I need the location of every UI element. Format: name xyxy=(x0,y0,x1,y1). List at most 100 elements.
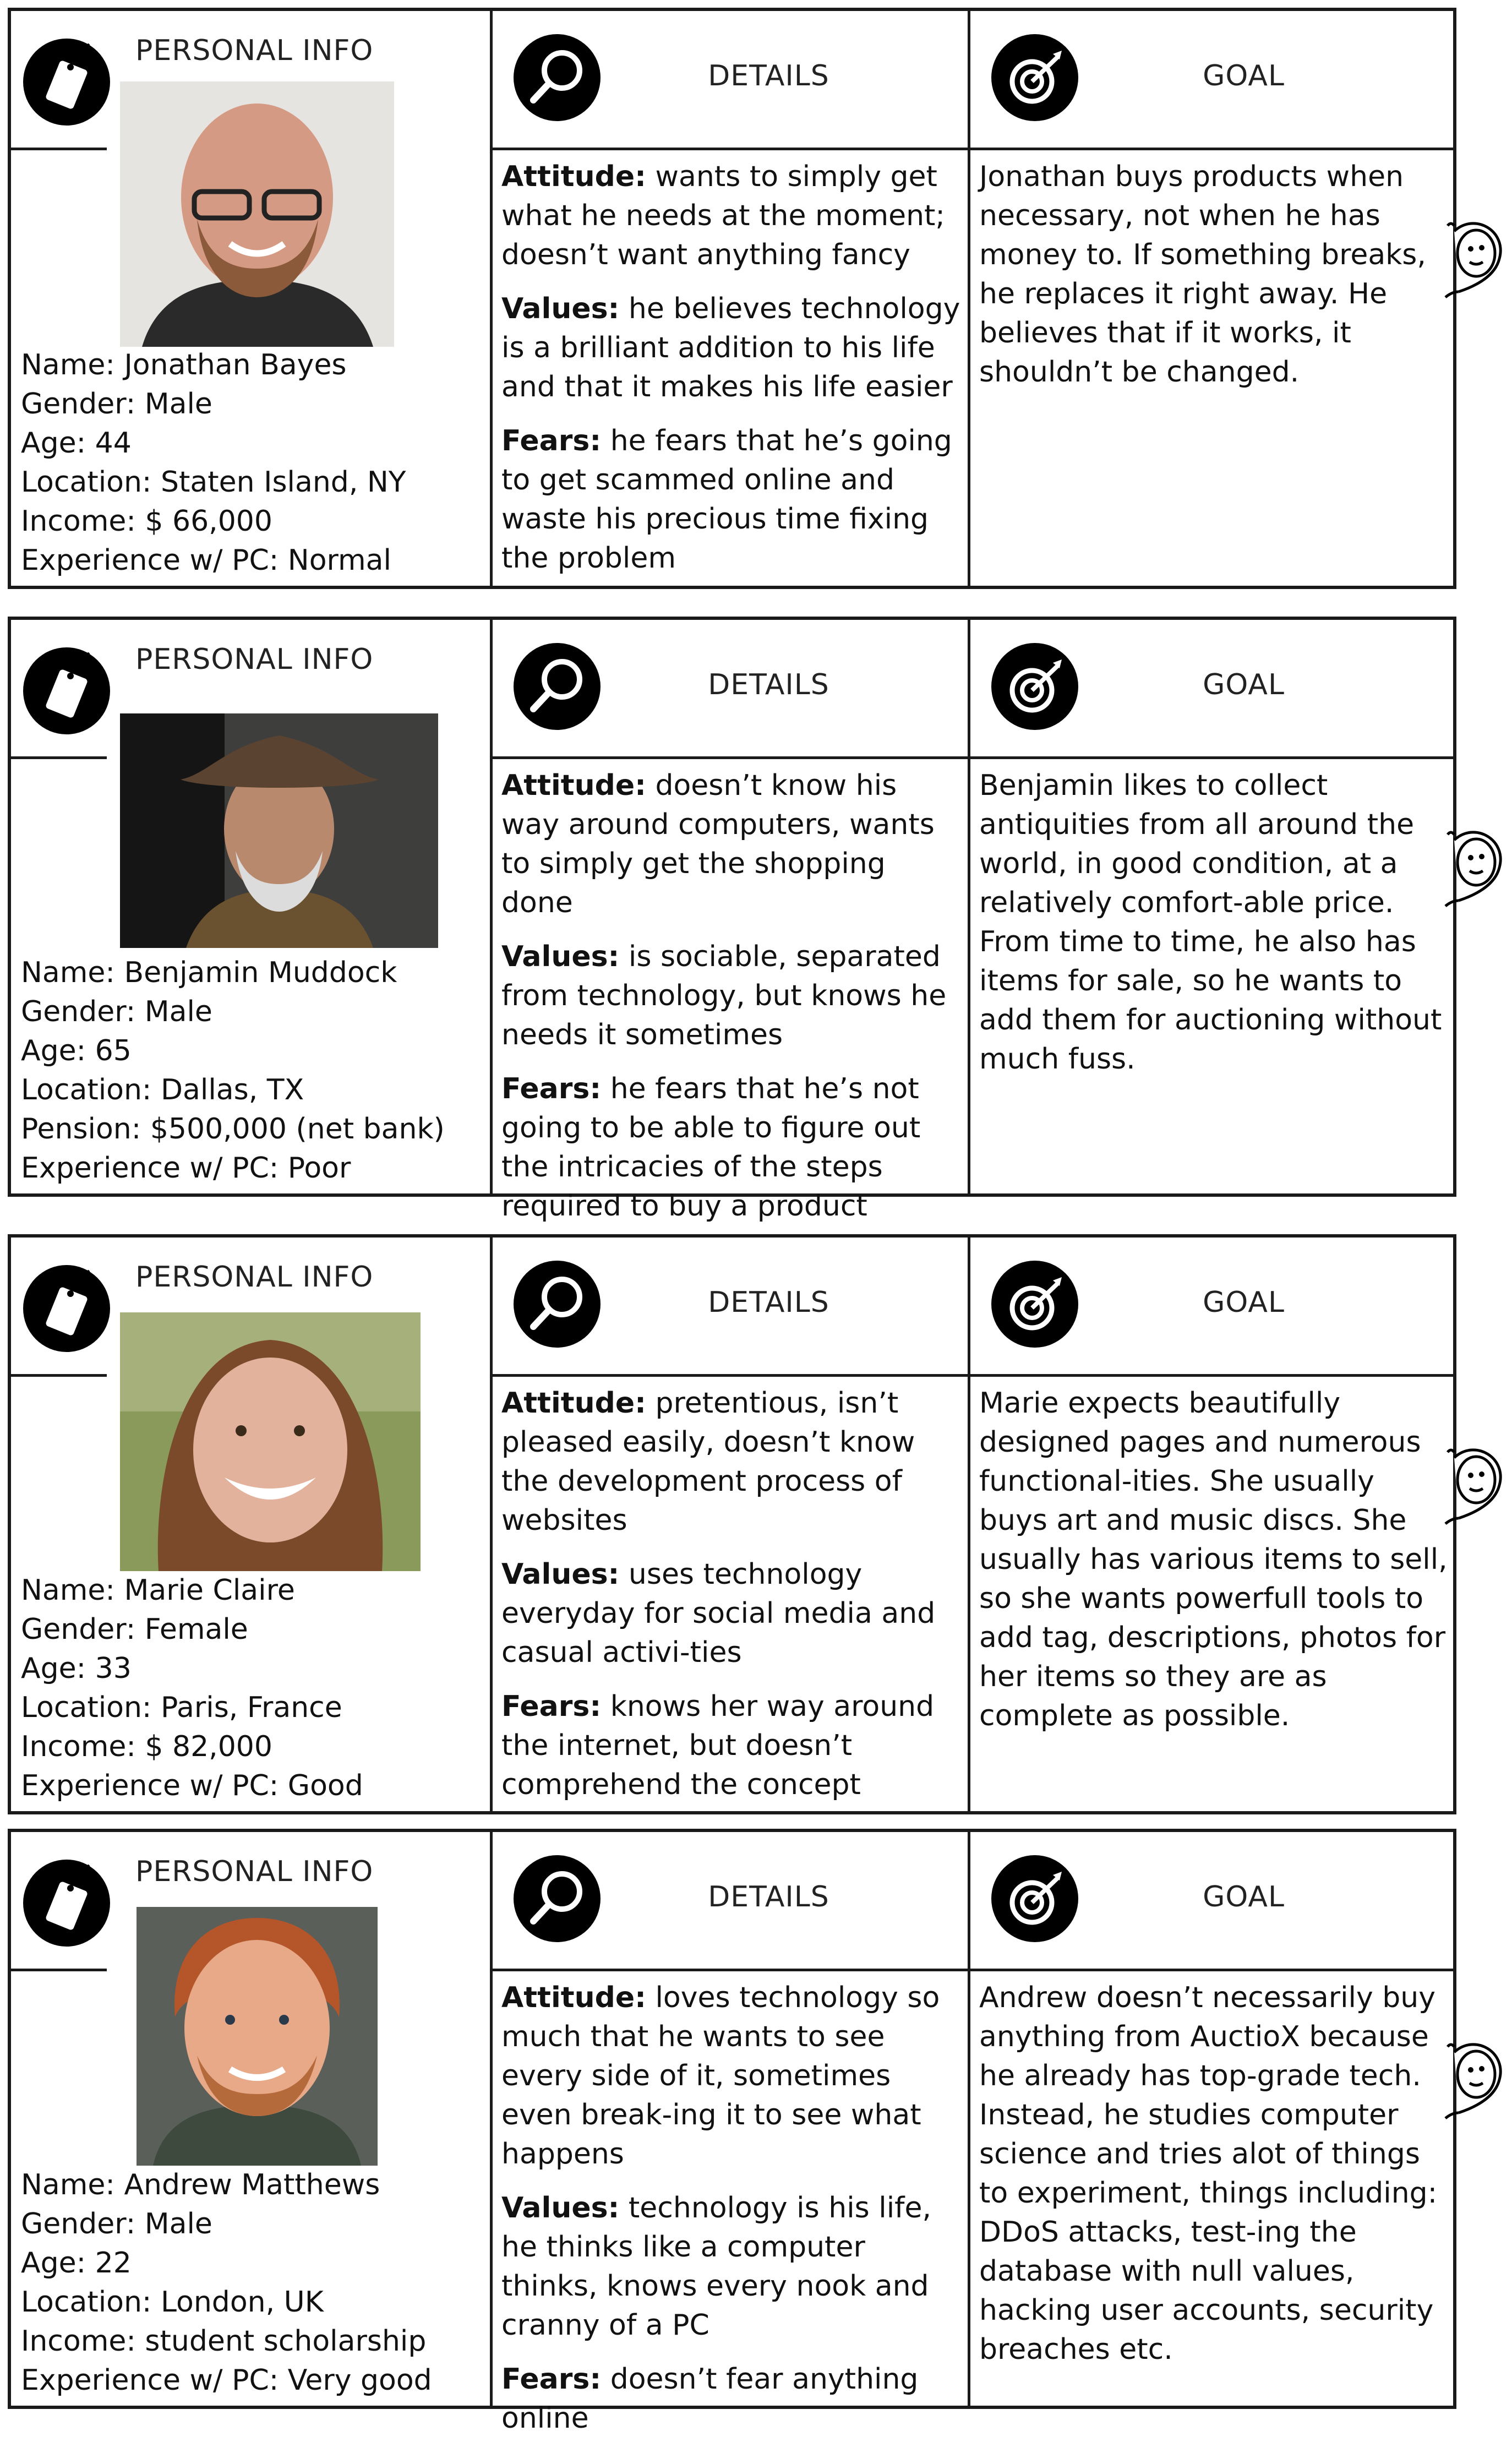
mascot-icon xyxy=(1442,824,1507,923)
goal-column: GOAL Andrew doesn’t necessarily buy anyt… xyxy=(968,1832,1502,2406)
persona-card: PERSONAL INFO Name: Marie Claire Gender:… xyxy=(8,1234,1502,1814)
tag-icon xyxy=(23,1860,110,1947)
divider xyxy=(493,756,968,759)
values-paragraph: Values: uses technology everyday for soc… xyxy=(501,1555,963,1672)
divider xyxy=(11,1969,107,1971)
persona-photo xyxy=(120,713,438,948)
personal-info-column: PERSONAL INFO Name: Benjamin Muddock Gen… xyxy=(11,620,490,1193)
divider xyxy=(493,1969,968,1971)
persona-experience: Experience w/ PC: Normal xyxy=(21,544,391,577)
persona-name: Name: Benjamin Muddock xyxy=(21,956,397,989)
persona-photo xyxy=(120,81,394,347)
personal-info-list: Name: Jonathan Bayes Gender: Male Age: 4… xyxy=(21,346,406,580)
persona-experience: Experience w/ PC: Good xyxy=(21,1769,363,1802)
fears-paragraph: Fears: he fears that he’s going to get s… xyxy=(501,422,963,578)
fears-label: Fears: xyxy=(501,2363,602,2396)
fears-paragraph: Fears: he fears that he’s not going to b… xyxy=(501,1070,963,1226)
goal-text: Marie expects beautifully designed pages… xyxy=(979,1387,1448,1732)
goal-text: Benjamin likes to collect antiquities fr… xyxy=(979,769,1442,1076)
persona-location: Location: Dallas, TX xyxy=(21,1073,304,1106)
persona-name: Name: Jonathan Bayes xyxy=(21,348,347,381)
details-heading: DETAILS xyxy=(708,59,829,92)
persona-card: PERSONAL INFO Name: Benjamin Muddock Gen… xyxy=(8,617,1502,1223)
divider xyxy=(11,756,107,759)
values-label: Values: xyxy=(501,1558,620,1591)
goal-column: GOAL Marie expects beautifully designed … xyxy=(968,1238,1502,1811)
goal-column: GOAL Jonathan buys products when necessa… xyxy=(968,11,1502,586)
details-text: Attitude: wants to simply get what he ne… xyxy=(501,157,963,593)
goal-heading: GOAL xyxy=(1203,668,1285,701)
persona-name: Name: Marie Claire xyxy=(21,1574,295,1607)
values-label: Values: xyxy=(501,940,620,973)
persona-income: Income: $ 82,000 xyxy=(21,1730,272,1763)
tag-icon xyxy=(23,647,110,734)
fears-label: Fears: xyxy=(501,424,602,457)
attitude-paragraph: Attitude: loves technology so much that … xyxy=(501,1978,963,2174)
persona-location: Location: London, UK xyxy=(21,2286,324,2319)
details-column: DETAILS Attitude: wants to simply get wh… xyxy=(490,11,968,586)
personal-info-heading: PERSONAL INFO xyxy=(135,34,374,67)
divider xyxy=(970,148,1456,150)
tag-icon xyxy=(23,39,110,126)
persona-age: Age: 22 xyxy=(21,2247,132,2280)
mascot-icon xyxy=(1442,2036,1507,2135)
details-text: Attitude: loves technology so much that … xyxy=(501,1978,963,2453)
values-label: Values: xyxy=(501,2192,620,2225)
details-column: DETAILS Attitude: pretentious, isn’t ple… xyxy=(490,1238,968,1811)
tag-icon xyxy=(23,1265,110,1352)
divider xyxy=(970,1969,1456,1971)
persona-card: PERSONAL INFO Name: Andrew Matthews Gend… xyxy=(8,1829,1502,2435)
persona-location: Location: Staten Island, NY xyxy=(21,466,406,499)
persona-age: Age: 65 xyxy=(21,1034,132,1067)
details-text: Attitude: pretentious, isn’t pleased eas… xyxy=(501,1384,963,1819)
fears-paragraph: Fears: knows her way around the internet… xyxy=(501,1687,963,1805)
personal-info-list: Name: Benjamin Muddock Gender: Male Age:… xyxy=(21,953,445,1188)
persona-experience: Experience w/ PC: Poor xyxy=(21,1152,351,1185)
attitude-label: Attitude: xyxy=(501,1387,646,1420)
personal-info-list: Name: Andrew Matthews Gender: Male Age: … xyxy=(21,2166,432,2400)
persona-income: Income: student scholarship xyxy=(21,2325,427,2358)
goal-heading: GOAL xyxy=(1203,1880,1285,1914)
persona-experience: Experience w/ PC: Very good xyxy=(21,2364,432,2397)
persona-age: Age: 44 xyxy=(21,427,132,460)
personal-info-list: Name: Marie Claire Gender: Female Age: 3… xyxy=(21,1571,363,1806)
fears-paragraph: Fears: doesn’t fear anything online xyxy=(501,2360,963,2438)
attitude-label: Attitude: xyxy=(501,769,646,802)
personal-info-heading: PERSONAL INFO xyxy=(135,1855,374,1888)
personal-info-heading: PERSONAL INFO xyxy=(135,643,374,676)
divider xyxy=(493,148,968,150)
attitude-paragraph: Attitude: pretentious, isn’t pleased eas… xyxy=(501,1384,963,1540)
goal-column: GOAL Benjamin likes to collect antiquiti… xyxy=(968,620,1502,1193)
persona-age: Age: 33 xyxy=(21,1652,132,1685)
persona-gender: Gender: Female xyxy=(21,1613,248,1646)
personal-info-heading: PERSONAL INFO xyxy=(135,1261,374,1294)
persona-income: Income: $ 66,000 xyxy=(21,505,272,538)
details-heading: DETAILS xyxy=(708,668,829,701)
details-text: Attitude: doesn’t know his way around co… xyxy=(501,766,963,1241)
divider xyxy=(493,1374,968,1377)
goal-heading: GOAL xyxy=(1203,59,1285,92)
personal-info-column: PERSONAL INFO Name: Marie Claire Gender:… xyxy=(11,1238,490,1811)
details-heading: DETAILS xyxy=(708,1880,829,1914)
fears-label: Fears: xyxy=(501,1690,602,1723)
goal-text: Andrew doesn’t necessarily buy anything … xyxy=(979,1981,1438,2366)
goal-heading: GOAL xyxy=(1203,1286,1285,1319)
values-paragraph: Values: technology is his life, he think… xyxy=(501,2189,963,2345)
details-column: DETAILS Attitude: loves technology so mu… xyxy=(490,1832,968,2435)
divider xyxy=(11,1374,107,1377)
fears-label: Fears: xyxy=(501,1072,602,1105)
persona-pension: Pension: $500,000 (net bank) xyxy=(21,1113,445,1146)
persona-card: PERSONAL INFO Name: Jonathan Bayes Gende… xyxy=(8,8,1502,589)
personal-info-column: PERSONAL INFO Name: Jonathan Bayes Gende… xyxy=(11,11,490,586)
persona-name: Name: Andrew Matthews xyxy=(21,2168,380,2201)
mascot-icon xyxy=(1442,215,1507,314)
attitude-paragraph: Attitude: wants to simply get what he ne… xyxy=(501,157,963,275)
values-label: Values: xyxy=(501,292,620,325)
persona-photo xyxy=(137,1907,378,2166)
divider xyxy=(970,1374,1456,1377)
attitude-paragraph: Attitude: doesn’t know his way around co… xyxy=(501,766,963,923)
personal-info-column: PERSONAL INFO Name: Andrew Matthews Gend… xyxy=(11,1832,490,2406)
values-paragraph: Values: is sociable, separated from tech… xyxy=(501,937,963,1055)
persona-gender: Gender: Male xyxy=(21,995,212,1028)
persona-photo xyxy=(120,1312,421,1571)
